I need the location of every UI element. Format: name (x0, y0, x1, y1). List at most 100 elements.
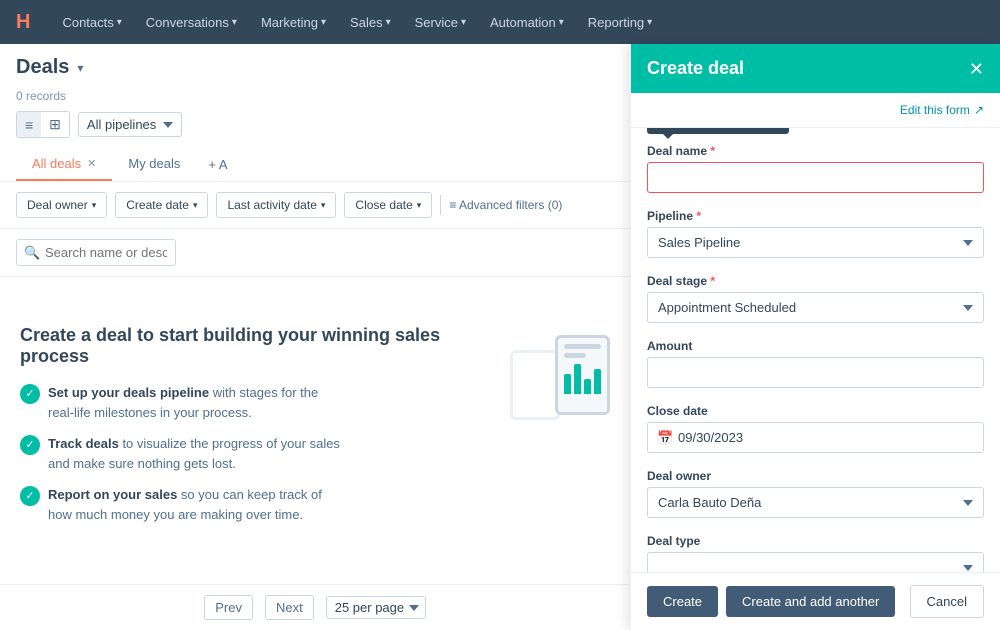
modal-title: Create deal (647, 58, 744, 79)
filter-create-date-arrow: ▾ (193, 200, 198, 211)
nav-service-arrow: ▾ (461, 17, 466, 28)
external-link-icon: ↗ (974, 103, 984, 117)
nav-contacts-arrow: ▾ (117, 17, 122, 28)
calendar-icon: 📅 (657, 430, 673, 446)
illus-bar-2 (574, 364, 581, 394)
deal-name-group: Deal name * Please fill out this field. (647, 144, 984, 193)
illus-bar-3 (584, 379, 591, 394)
filter-last-activity-date[interactable]: Last activity date ▾ (216, 192, 336, 218)
illus-device (555, 335, 610, 415)
top-navigation: H Contacts ▾ Conversations ▾ Marketing ▾… (0, 0, 1000, 44)
modal-footer: Create Create and add another Cancel (631, 572, 1000, 630)
deal-owner-group: Deal owner Carla Bauto Deña (647, 469, 984, 518)
list-item: ✓ Set up your deals pipeline with stages… (20, 383, 340, 422)
deal-stage-label: Deal stage * (647, 274, 984, 288)
modal-close-button[interactable]: ✕ (969, 60, 984, 78)
empty-state: Create a deal to start building your win… (20, 325, 610, 536)
pipeline-select[interactable]: All pipelines (78, 112, 182, 137)
pagination-bar: Prev Next 25 per page (0, 584, 630, 630)
pipeline-required: * (696, 209, 701, 223)
deal-name-required: * (710, 144, 715, 158)
pipeline-label: Pipeline * (647, 209, 984, 223)
create-and-add-button[interactable]: Create and add another (726, 586, 895, 617)
next-button[interactable]: Next (265, 595, 314, 620)
nav-contacts[interactable]: Contacts ▾ (62, 15, 121, 30)
search-icon: 🔍 (24, 245, 40, 261)
filter-separator (440, 195, 441, 215)
tab-all-deals-close[interactable]: ✕ (87, 157, 96, 170)
deal-name-label: Deal name * (647, 144, 984, 158)
deal-name-input[interactable] (647, 162, 984, 193)
close-date-input[interactable] (647, 422, 984, 453)
nav-conversations[interactable]: Conversations ▾ (146, 15, 237, 30)
deal-type-label: Deal type (647, 534, 984, 548)
amount-label: Amount (647, 339, 984, 353)
nav-service[interactable]: Service ▾ (415, 15, 466, 30)
deal-stage-select[interactable]: Appointment Scheduled (647, 292, 984, 323)
illus-line-1 (564, 344, 601, 349)
page-title-caret[interactable]: ▾ (77, 61, 83, 75)
deal-type-select[interactable] (647, 552, 984, 572)
deals-illustration (510, 325, 610, 445)
empty-state-text: Create a deal to start building your win… (20, 325, 490, 536)
illus-bar-4 (594, 369, 601, 394)
bullet-icon-3: ✓ (20, 486, 40, 506)
records-count: 0 records (16, 89, 66, 103)
deals-panel: Deals ▾ 0 records ≡ ⊞ All pipelines All … (0, 44, 630, 630)
close-date-group: Close date 📅 (647, 404, 984, 453)
cancel-button[interactable]: Cancel (910, 585, 984, 618)
search-bar: 🔍 (0, 229, 630, 277)
filter-icon: ≡ (449, 198, 456, 212)
deal-name-tooltip: Please fill out this field. (647, 128, 789, 134)
view-toggle: ≡ ⊞ (16, 111, 70, 138)
pipeline-group: Pipeline * Sales Pipeline (647, 209, 984, 258)
close-date-label: Close date (647, 404, 984, 418)
nav-marketing[interactable]: Marketing ▾ (261, 15, 326, 30)
modal-header: Create deal ✕ (631, 44, 1000, 93)
nav-marketing-arrow: ▾ (321, 17, 326, 28)
hubspot-logo: H (16, 11, 30, 34)
advanced-filters-button[interactable]: ≡ Advanced filters (0) (449, 198, 562, 212)
filter-close-date[interactable]: Close date ▾ (344, 192, 432, 218)
deal-owner-select[interactable]: Carla Bauto Deña (647, 487, 984, 518)
modal-subheader: Edit this form ↗ (631, 93, 1000, 128)
edit-form-link[interactable]: Edit this form ↗ (900, 103, 984, 117)
tab-add-button[interactable]: + A (196, 149, 239, 180)
empty-state-list: ✓ Set up your deals pipeline with stages… (20, 383, 490, 524)
filter-deal-owner[interactable]: Deal owner ▾ (16, 192, 107, 218)
create-deal-panel: Create deal ✕ Edit this form ↗ Deal name… (630, 44, 1000, 630)
list-item: ✓ Report on your sales so you can keep t… (20, 485, 340, 524)
illus-line-2 (564, 353, 586, 358)
pipeline-select-input[interactable]: Sales Pipeline (647, 227, 984, 258)
prev-button[interactable]: Prev (204, 595, 253, 620)
per-page-select[interactable]: 25 per page (326, 596, 426, 619)
nav-sales-arrow: ▾ (386, 17, 391, 28)
nav-reporting[interactable]: Reporting ▾ (588, 15, 652, 30)
modal-body: Deal name * Please fill out this field. … (631, 128, 1000, 572)
board-view-button[interactable]: ⊞ (41, 112, 69, 137)
nav-sales[interactable]: Sales ▾ (350, 15, 391, 30)
deal-stage-required: * (710, 274, 715, 288)
nav-automation-arrow: ▾ (559, 17, 564, 28)
filter-deal-owner-arrow: ▾ (92, 200, 97, 211)
filter-create-date[interactable]: Create date ▾ (115, 192, 208, 218)
page-title: Deals (16, 56, 69, 79)
bullet-icon-1: ✓ (20, 384, 40, 404)
amount-input[interactable] (647, 357, 984, 388)
tab-my-deals[interactable]: My deals (112, 148, 196, 181)
deal-stage-group: Deal stage * Appointment Scheduled (647, 274, 984, 323)
tab-all-deals[interactable]: All deals ✕ (16, 148, 112, 181)
nav-conversations-arrow: ▾ (232, 17, 237, 28)
tabs-row: All deals ✕ My deals + A (16, 148, 614, 181)
sub-header: Deals ▾ 0 records ≡ ⊞ All pipelines All … (0, 44, 630, 182)
deal-owner-label: Deal owner (647, 469, 984, 483)
list-item: ✓ Track deals to visualize the progress … (20, 434, 340, 473)
filter-last-activity-date-arrow: ▾ (321, 200, 326, 211)
filter-close-date-arrow: ▾ (417, 200, 422, 211)
amount-group: Amount (647, 339, 984, 388)
bullet-icon-2: ✓ (20, 435, 40, 455)
nav-reporting-arrow: ▾ (647, 17, 652, 28)
list-view-button[interactable]: ≡ (17, 112, 41, 137)
nav-automation[interactable]: Automation ▾ (490, 15, 564, 30)
create-button[interactable]: Create (647, 586, 718, 617)
